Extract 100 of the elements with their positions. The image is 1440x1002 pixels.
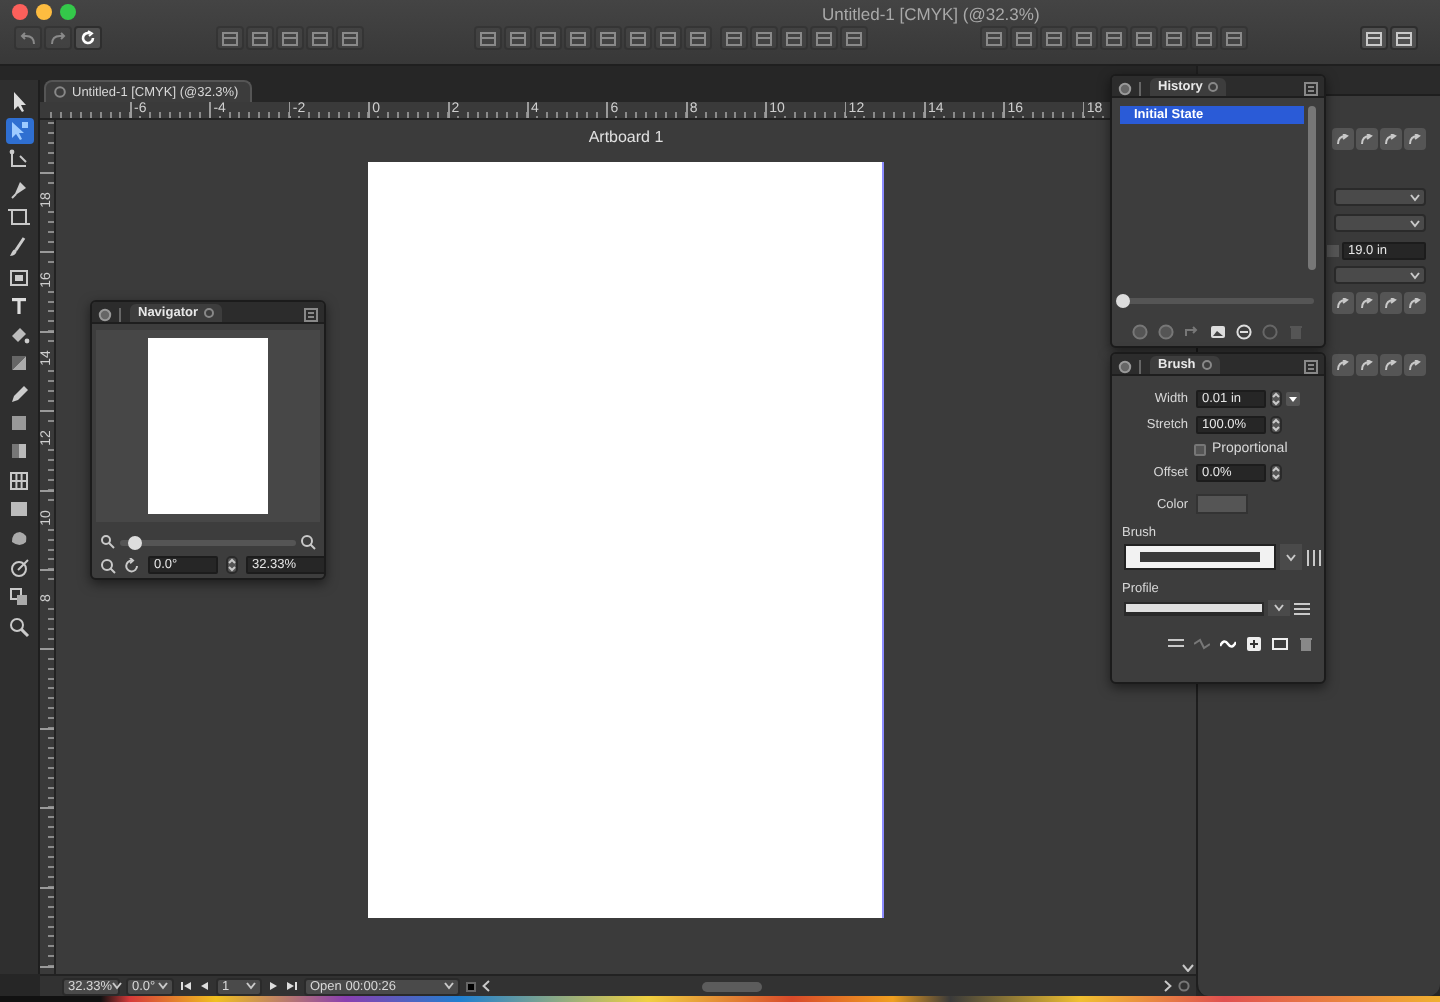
panel-icon xyxy=(1366,31,1382,45)
toolbar-button[interactable] xyxy=(1390,26,1418,50)
dock-button[interactable] xyxy=(1356,128,1378,150)
scrollbar-thumb[interactable] xyxy=(702,981,762,991)
panel-icon xyxy=(222,31,238,45)
toolbar-button[interactable] xyxy=(1360,26,1388,50)
stepper-icon xyxy=(1270,416,1282,434)
scroll-down-icon xyxy=(1182,964,1194,972)
arrow-icon xyxy=(1184,324,1200,340)
navigator-preview[interactable] xyxy=(96,330,320,522)
landscape-icon xyxy=(1210,324,1226,340)
gradient-icon xyxy=(8,440,30,463)
panel-icon xyxy=(540,31,556,45)
close-icon xyxy=(54,86,66,98)
panel-icon xyxy=(600,31,616,45)
profile-dropdown-button[interactable] xyxy=(1268,600,1290,616)
circle-icon xyxy=(1132,324,1148,340)
grid-icon xyxy=(8,469,30,492)
arrow-icon xyxy=(1336,359,1350,371)
brush-preview[interactable] xyxy=(1124,544,1276,570)
arrow-icon xyxy=(1360,297,1374,309)
dock-button[interactable] xyxy=(1356,292,1378,314)
window-title: Untitled-1 [CMYK] (@32.3%) xyxy=(822,2,1040,24)
trash-icon xyxy=(1298,636,1314,652)
panel-icon xyxy=(1046,31,1062,45)
panel-icon xyxy=(1226,31,1242,45)
menu-icon xyxy=(304,308,318,322)
tool-button[interactable] xyxy=(5,555,33,581)
tool-button[interactable] xyxy=(5,467,33,494)
resize-icon xyxy=(1178,980,1190,992)
grip-icon xyxy=(1138,360,1144,374)
zoom-icon xyxy=(8,615,30,638)
tool-button[interactable] xyxy=(5,117,33,144)
brush-dropdown-button[interactable] xyxy=(1280,544,1302,570)
grip-icon xyxy=(1138,82,1144,96)
gear-icon xyxy=(1118,360,1132,374)
fill-icon xyxy=(8,323,30,346)
panel-icon xyxy=(660,31,676,45)
panel-icon xyxy=(690,31,706,45)
tool-button[interactable] xyxy=(5,204,33,231)
checkbox[interactable] xyxy=(1194,443,1206,455)
close-light-icon[interactable] xyxy=(12,3,28,19)
trash-icon xyxy=(1288,324,1304,340)
zoom-light-icon[interactable] xyxy=(60,3,76,19)
zoom-in-icon xyxy=(300,534,316,550)
dock-button[interactable] xyxy=(1332,292,1354,314)
panel-icon xyxy=(1106,31,1122,45)
stepper-icon xyxy=(1270,390,1282,408)
dock-button[interactable] xyxy=(1380,128,1402,150)
dock-button[interactable] xyxy=(1404,292,1426,314)
toolbar-button[interactable] xyxy=(74,26,102,50)
caret-icon xyxy=(158,982,168,990)
pointer-icon xyxy=(8,90,30,112)
scrollbar-thumb[interactable] xyxy=(1308,106,1316,270)
panel-icon xyxy=(510,31,526,45)
scroll-left-icon xyxy=(482,980,490,992)
brush-icon xyxy=(8,235,30,258)
arrow-icon xyxy=(1336,133,1350,145)
transparency-icon xyxy=(8,352,30,375)
undo-icon xyxy=(20,31,36,45)
profile-preview[interactable] xyxy=(1124,601,1264,615)
arrow-icon xyxy=(1384,297,1398,309)
slider-thumb[interactable] xyxy=(1116,294,1130,308)
dock-button[interactable] xyxy=(1404,128,1426,150)
dock-button[interactable] xyxy=(1380,292,1402,314)
caret-icon xyxy=(246,982,256,990)
redo-icon xyxy=(50,31,66,45)
panel-icon xyxy=(480,31,496,45)
eyedropper-icon xyxy=(8,381,30,404)
bars-icon xyxy=(1306,547,1322,567)
rectangle-icon xyxy=(1272,636,1288,652)
stepper-icon xyxy=(1270,464,1282,482)
panel-icon xyxy=(846,31,862,45)
caret-icon xyxy=(1410,271,1420,279)
tool-button[interactable] xyxy=(5,613,33,640)
minimize-light-icon[interactable] xyxy=(36,3,52,19)
panel-icon xyxy=(726,31,742,45)
gear-icon xyxy=(98,308,112,322)
dock-button[interactable] xyxy=(1332,354,1354,376)
dock-button[interactable] xyxy=(1332,128,1354,150)
rectangle-icon xyxy=(8,498,30,521)
menu-icon xyxy=(1304,82,1318,96)
slider-thumb[interactable] xyxy=(128,535,143,549)
shape-icon xyxy=(8,527,30,550)
next-page-icon xyxy=(268,980,280,992)
sliders-icon xyxy=(1168,636,1184,652)
previous-page-icon xyxy=(198,980,210,992)
arrow-icon xyxy=(1408,297,1422,309)
dock-button[interactable] xyxy=(1380,354,1402,376)
tool-button[interactable] xyxy=(5,584,33,611)
text-icon xyxy=(8,294,30,317)
add-icon xyxy=(1246,636,1262,652)
dock-dropdown[interactable] xyxy=(1334,214,1426,232)
color-swatch[interactable] xyxy=(1196,494,1248,514)
panel-icon xyxy=(312,31,328,45)
dock-button[interactable] xyxy=(1404,354,1426,376)
dock-button[interactable] xyxy=(1356,354,1378,376)
dock-dropdown[interactable] xyxy=(1334,188,1426,206)
grip-icon xyxy=(118,308,124,322)
crop-frame-icon xyxy=(8,206,30,229)
